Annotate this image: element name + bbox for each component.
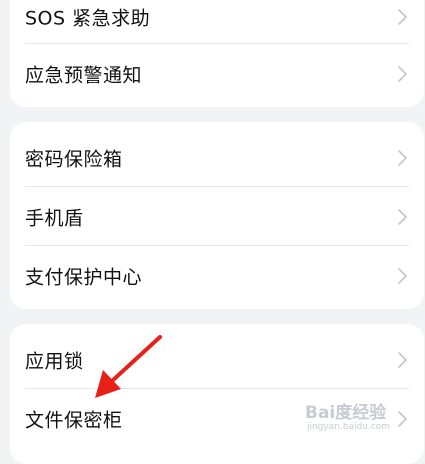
settings-item-label: 密码保险箱 [25,148,123,171]
settings-item-password-vault[interactable]: 密码保险箱 [10,128,424,188]
settings-item-label: SOS 紧急求助 [25,7,151,30]
watermark-main-text: Bai度经验 [305,403,387,423]
watermark-sub-text: jingyan.baidu.com [307,422,391,432]
settings-item-emergency-alerts[interactable]: 应急预警通知 [10,44,424,104]
settings-item-label: 应用锁 [25,350,84,373]
settings-group-security: 密码保险箱 手机盾 支付保护中心 [10,122,424,309]
chevron-right-icon [398,352,407,368]
settings-item-phone-shield[interactable]: 手机盾 [10,187,424,247]
settings-item-label: 支付保护中心 [25,266,143,289]
settings-item-app-lock[interactable]: 应用锁 [10,330,424,390]
chevron-right-icon [398,150,407,166]
settings-item-label: 文件保密柜 [25,409,123,432]
chevron-right-icon [398,66,407,82]
settings-item-label: 应急预警通知 [25,64,143,87]
chevron-right-icon [398,268,407,284]
settings-group-emergency: SOS 紧急求助 应急预警通知 [10,0,424,107]
settings-item-payment-protection[interactable]: 支付保护中心 [10,246,424,306]
chevron-right-icon [398,209,407,225]
watermark-logo: Bai度经验 jingyan.baidu.com [305,396,415,436]
chevron-right-icon [398,9,407,25]
settings-item-label: 手机盾 [25,207,84,230]
settings-group-privacy: 应用锁 文件保密柜 [10,324,424,464]
settings-item-sos[interactable]: SOS 紧急求助 [10,0,424,47]
